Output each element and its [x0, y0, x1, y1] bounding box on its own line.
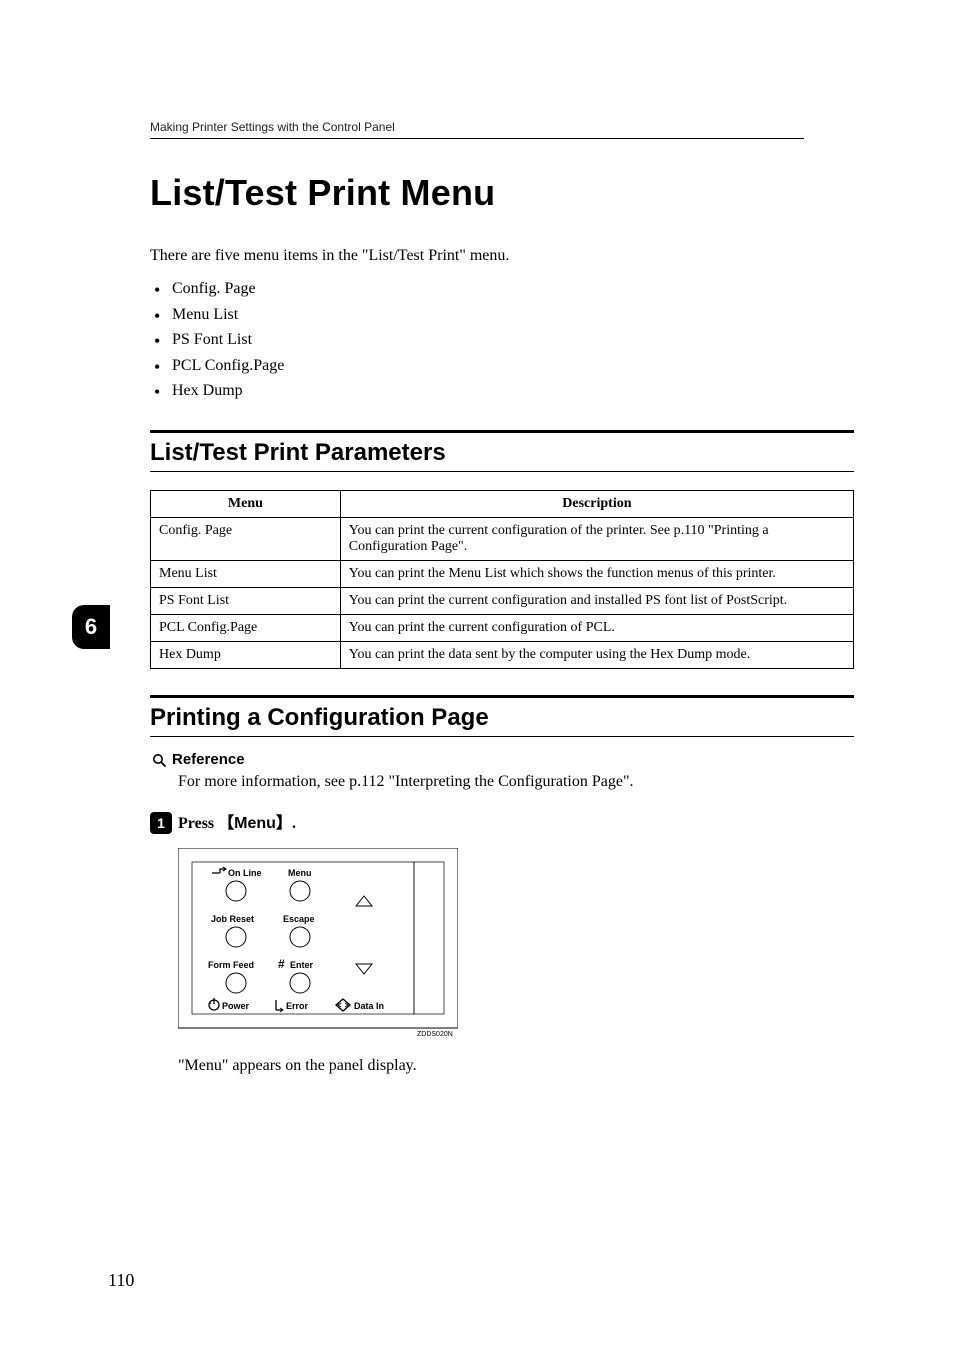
step-caption: "Menu" appears on the panel display.: [178, 1057, 854, 1075]
list-item: PS Font List: [150, 327, 854, 353]
table-cell: Hex Dump: [151, 641, 341, 668]
job-reset-label: Job Reset: [211, 914, 254, 924]
table-row: Config. Page You can print the current c…: [151, 517, 854, 560]
table-row: PS Font List You can print the current c…: [151, 587, 854, 614]
table-cell: PS Font List: [151, 587, 341, 614]
menu-items-list: Config. Page Menu List PS Font List PCL …: [150, 276, 854, 404]
enter-label: Enter: [290, 960, 314, 970]
section-heading-parameters: List/Test Print Parameters: [150, 430, 854, 472]
table-cell: Config. Page: [151, 517, 341, 560]
bracket-icon: 】: [276, 815, 292, 832]
list-item: Menu List: [150, 302, 854, 328]
table-cell: You can print the data sent by the compu…: [340, 641, 853, 668]
table-cell: You can print the current configuration …: [340, 587, 853, 614]
intro-paragraph: There are five menu items in the "List/T…: [150, 244, 854, 268]
parameters-table: Menu Description Config. Page You can pr…: [150, 490, 854, 669]
on-line-label: On Line: [228, 868, 262, 878]
escape-label: Escape: [283, 914, 315, 924]
step-prefix: Press: [178, 815, 218, 832]
form-feed-label: Form Feed: [208, 960, 254, 970]
error-label: Error: [286, 1001, 309, 1011]
reference-text: For more information, see p.112 "Interpr…: [178, 773, 854, 791]
reference-label: Reference: [172, 751, 245, 768]
figure-code: ZDDS020N: [417, 1031, 453, 1038]
step-number-badge: 1: [150, 812, 172, 834]
data-in-label: Data In: [354, 1001, 384, 1011]
table-cell: You can print the Menu List which shows …: [340, 560, 853, 587]
page-number: 110: [108, 1270, 134, 1291]
step-text: Press 【Menu】.: [178, 809, 296, 833]
table-cell: PCL Config.Page: [151, 614, 341, 641]
menu-label: Menu: [288, 868, 312, 878]
magnifier-icon: [150, 751, 168, 769]
table-row: PCL Config.Page You can print the curren…: [151, 614, 854, 641]
list-item: PCL Config.Page: [150, 353, 854, 379]
step-key: Menu: [234, 815, 276, 832]
table-cell: You can print the current configuration …: [340, 614, 853, 641]
control-panel-figure: On Line Menu Job Reset Escape Form Feed …: [178, 848, 854, 1043]
table-header-menu: Menu: [151, 490, 341, 517]
table-cell: Menu List: [151, 560, 341, 587]
running-header: Making Printer Settings with the Control…: [150, 120, 804, 139]
table-header-description: Description: [340, 490, 853, 517]
svg-text:#: #: [278, 957, 285, 971]
step-1: 1 Press 【Menu】.: [150, 809, 854, 834]
list-item: Hex Dump: [150, 378, 854, 404]
section-heading-config-page: Printing a Configuration Page: [150, 695, 854, 737]
table-row: Hex Dump You can print the data sent by …: [151, 641, 854, 668]
reference-heading: Reference: [150, 751, 854, 769]
chapter-tab: 6: [72, 605, 110, 649]
page-title: List/Test Print Menu: [150, 172, 854, 214]
bracket-icon: 【: [218, 815, 234, 832]
table-cell: You can print the current configuration …: [340, 517, 853, 560]
list-item: Config. Page: [150, 276, 854, 302]
power-label: Power: [222, 1001, 250, 1011]
step-suffix: .: [292, 815, 296, 832]
table-row: Menu List You can print the Menu List wh…: [151, 560, 854, 587]
